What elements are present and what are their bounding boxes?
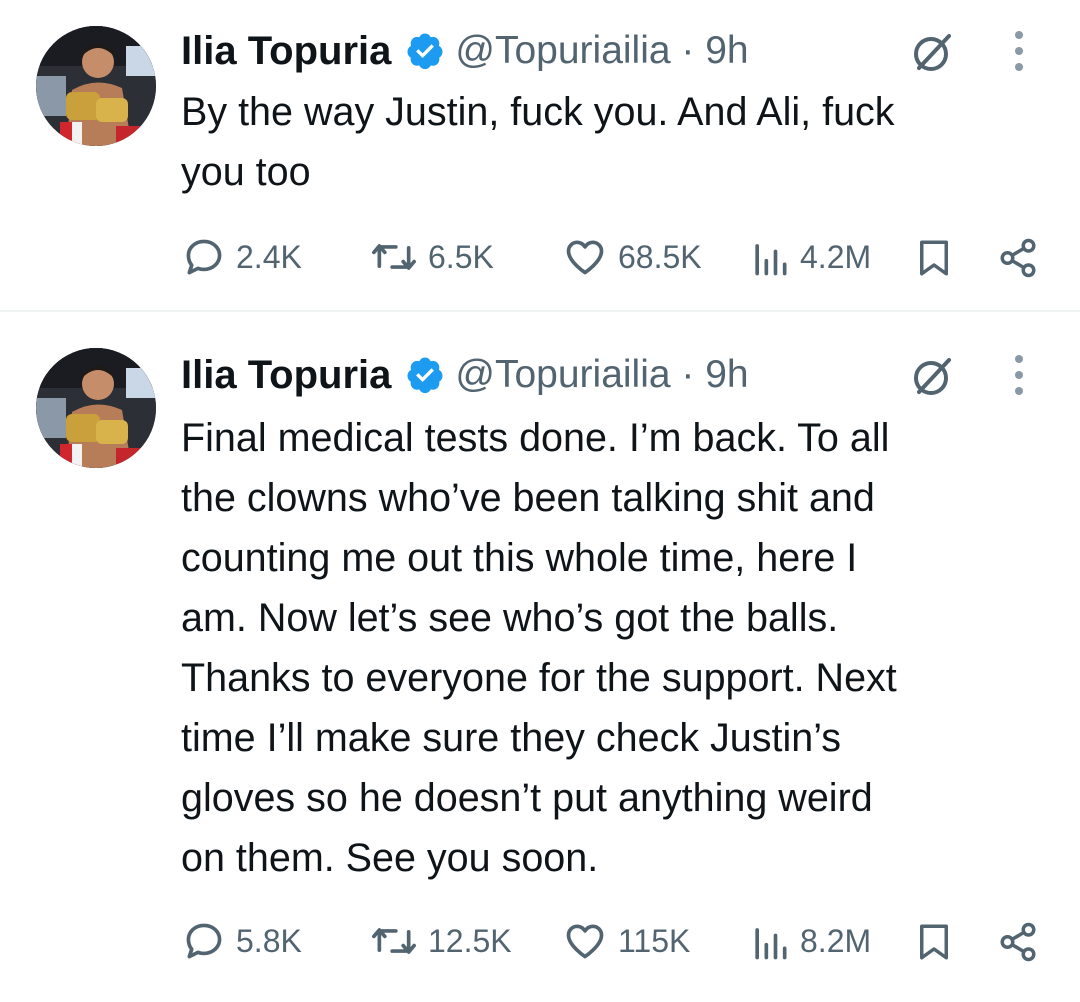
reply-icon xyxy=(186,239,222,275)
share-icon[interactable] xyxy=(996,237,1040,279)
view-count: 4.2M xyxy=(800,238,872,275)
reply-count: 2.4K xyxy=(236,238,302,275)
reply-button[interactable]: 2.4K xyxy=(182,232,302,282)
like-count: 68.5K xyxy=(618,238,702,275)
retweet-icon xyxy=(372,928,416,954)
avatar-photo xyxy=(36,348,156,468)
share-icon[interactable] xyxy=(996,921,1040,963)
retweet-button[interactable]: 12.5K xyxy=(370,916,512,966)
grok-icon[interactable] xyxy=(903,348,959,404)
verified-badge-icon xyxy=(407,357,443,394)
handle-and-time[interactable]: @Topuriailia · 9h xyxy=(455,29,748,73)
tweet[interactable]: Ilia Topuria @Topuriailia · 9h Final med… xyxy=(0,314,1080,1002)
views-button[interactable]: 8.2M xyxy=(750,916,871,966)
retweet-count: 12.5K xyxy=(428,922,512,959)
like-button[interactable]: 68.5K xyxy=(562,232,702,282)
views-chart-icon xyxy=(755,244,787,276)
tweet-actions: 5.8K 12.5K 115K 8.2M xyxy=(0,916,1080,966)
handle-and-time[interactable]: @Topuriailia · 9h xyxy=(455,353,748,397)
retweet-button[interactable]: 6.5K xyxy=(370,232,494,282)
bookmark-icon[interactable] xyxy=(914,237,954,279)
tweet-actions: 2.4K 6.5K 68.5K 4.2M xyxy=(0,232,1080,282)
display-name[interactable]: Ilia Topuria xyxy=(181,29,391,74)
display-name[interactable]: Ilia Topuria xyxy=(181,353,391,398)
reply-count: 5.8K xyxy=(236,922,302,959)
views-button[interactable]: 4.2M xyxy=(750,232,871,282)
retweet-count: 6.5K xyxy=(428,238,494,275)
view-count: 8.2M xyxy=(800,922,872,959)
verified-badge-icon xyxy=(407,33,443,70)
reply-icon xyxy=(186,923,222,959)
like-count: 115K xyxy=(618,922,691,959)
heart-icon xyxy=(566,240,604,275)
tweet-header: Ilia Topuria @Topuriailia · 9h xyxy=(181,350,749,400)
tweet-text: By the way Justin, fuck you. And Ali, fu… xyxy=(181,90,895,194)
avatar[interactable] xyxy=(36,26,156,146)
tweet[interactable]: Ilia Topuria @Topuriailia · 9h By the wa… xyxy=(0,0,1080,312)
reply-button[interactable]: 5.8K xyxy=(182,916,302,966)
heart-icon xyxy=(566,924,604,959)
avatar-photo xyxy=(36,26,156,146)
tweet-header: Ilia Topuria @Topuriailia · 9h xyxy=(181,26,749,76)
bookmark-icon[interactable] xyxy=(914,921,954,963)
like-button[interactable]: 115K xyxy=(562,916,690,966)
avatar[interactable] xyxy=(36,348,156,468)
retweet-icon xyxy=(372,244,416,270)
grok-icon[interactable] xyxy=(903,24,959,80)
tweet-text: Final medical tests done. I’m back. To a… xyxy=(181,416,897,880)
more-icon[interactable] xyxy=(1004,350,1034,400)
views-chart-icon xyxy=(755,928,787,960)
more-icon[interactable] xyxy=(1004,26,1034,76)
